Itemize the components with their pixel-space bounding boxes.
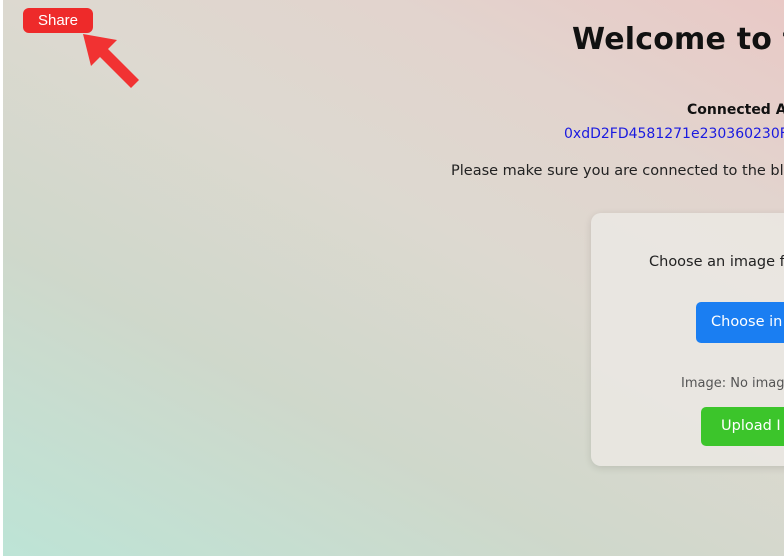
arrow-up-left-icon [83,34,139,88]
connected-account-label: Connected A [687,102,784,118]
app-page: Share Welcome to th Connected A 0xdD2FD4… [3,0,784,556]
upload-card: Choose an image f Choose in Image: No im… [591,213,784,466]
share-button[interactable]: Share [23,8,93,33]
page-title: Welcome to th [572,22,784,57]
upload-image-button[interactable]: Upload I [701,407,784,446]
choose-image-prompt: Choose an image f [649,254,784,270]
choose-image-button[interactable]: Choose in [696,302,784,343]
image-status-text: Image: No imag [681,376,784,391]
network-notice: Please make sure you are connected to th… [451,163,784,179]
connected-account-address: 0xdD2FD4581271e230360230F [564,126,784,142]
